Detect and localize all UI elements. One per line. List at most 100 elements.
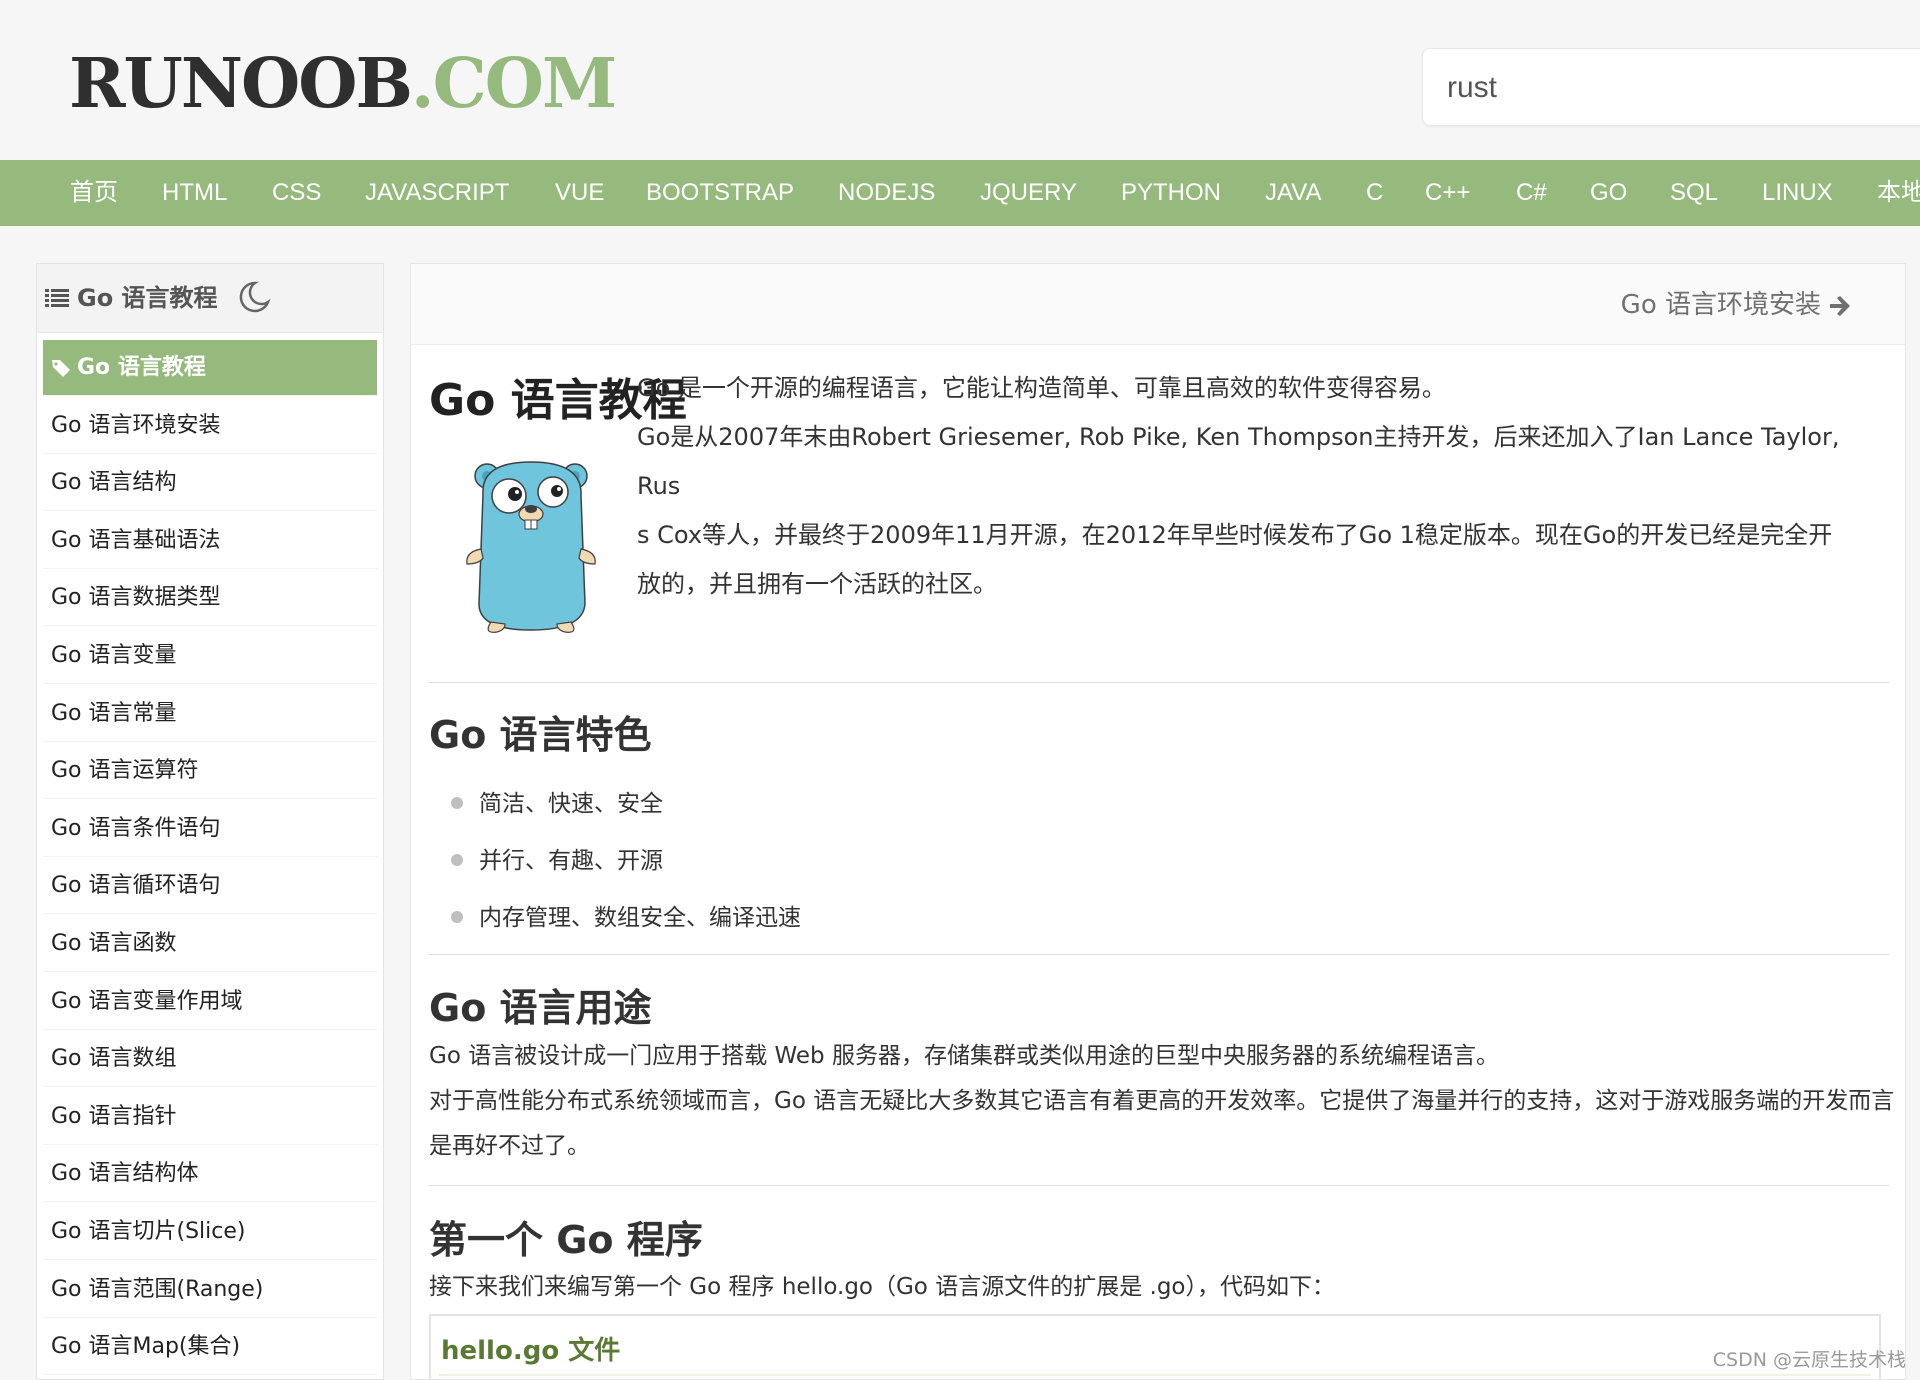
list-icon bbox=[45, 289, 69, 307]
first-program-heading: 第一个 Go 程序 bbox=[429, 1218, 703, 1262]
sidebar-item[interactable]: Go 语言结构体 bbox=[43, 1146, 377, 1203]
nav-item[interactable]: NODEJS bbox=[838, 160, 935, 226]
code-example-box: hello.go 文件 bbox=[429, 1314, 1881, 1379]
gopher-mascot-image bbox=[466, 461, 596, 633]
sidebar-item[interactable]: Go 语言条件语句 bbox=[43, 801, 377, 857]
sidebar-item[interactable]: Go 语言环境安装 bbox=[43, 398, 377, 454]
sidebar-item[interactable]: Go 语言范围(Range) bbox=[43, 1262, 377, 1318]
nav-item[interactable]: JAVASCRIPT bbox=[365, 160, 509, 226]
watermark: CSDN @云原生技术栈 bbox=[1712, 1349, 1906, 1371]
sidebar-item-label: Go 语言变量作用域 bbox=[51, 988, 243, 1014]
bullet-icon bbox=[451, 910, 463, 923]
sidebar-item[interactable]: Go 语言基础语法 bbox=[43, 513, 377, 569]
feature-text: 简洁、快速、安全 bbox=[479, 791, 663, 817]
usage-paragraph: Go 语言被设计成一门应用于搭载 Web 服务器，存储集群或类似用途的巨型中央服… bbox=[429, 1034, 1899, 1169]
logo-dot: . bbox=[410, 44, 435, 124]
sidebar-item-label: Go 语言基础语法 bbox=[51, 527, 221, 553]
logo-com: COM bbox=[432, 44, 618, 124]
first-program-intro: 接下来我们来编写第一个 Go 程序 hello.go（Go 语言源文件的扩展是 … bbox=[429, 1274, 1335, 1300]
nav-item[interactable]: C# bbox=[1516, 160, 1547, 226]
sidebar-item[interactable]: Go 语言函数 bbox=[43, 916, 377, 972]
sidebar-item[interactable]: Go 语言切片(Slice) bbox=[43, 1204, 377, 1260]
feature-item: 内存管理、数组安全、编译迅速 bbox=[451, 898, 801, 932]
code-area[interactable] bbox=[439, 1374, 1871, 1379]
intro-line: 放的，并且拥有一个活跃的社区。 bbox=[637, 570, 997, 598]
nav-item[interactable]: SQL bbox=[1670, 160, 1718, 226]
sidebar-item-label: Go 语言结构 bbox=[51, 470, 177, 496]
search-box bbox=[1422, 48, 1920, 126]
sidebar-item[interactable]: Go 语言变量 bbox=[43, 628, 377, 684]
search-input[interactable] bbox=[1445, 67, 1920, 109]
sidebar-item-label: Go 语言Map(集合) bbox=[51, 1334, 241, 1360]
sidebar-item[interactable]: Go 语言循环语句 bbox=[43, 858, 377, 915]
feature-item: 简洁、快速、安全 bbox=[451, 784, 663, 818]
sidebar-item-label: Go 语言条件语句 bbox=[51, 815, 221, 841]
nav-item[interactable]: BOOTSTRAP bbox=[646, 160, 794, 226]
sidebar-item-label: Go 语言数据类型 bbox=[51, 585, 221, 611]
intro-line: s Cox等人，并最终于2009年11月开源，在2012年早些时候发布了Go 1… bbox=[637, 521, 1833, 549]
nav-item[interactable]: VUE bbox=[555, 160, 604, 226]
nav-item[interactable]: C bbox=[1366, 160, 1383, 226]
feature-text: 并行、有趣、开源 bbox=[479, 848, 663, 874]
usage-line: 对于高性能分布式系统领域而言，Go 语言无疑比大多数其它语言有着更高的开发效率。… bbox=[429, 1088, 1895, 1114]
feature-item: 并行、有趣、开源 bbox=[451, 841, 663, 875]
sidebar-item-label: Go 语言常量 bbox=[51, 700, 177, 726]
sidebar: Go 语言教程 Go 语言教程 Go 语言环境安装 Go 语言结构 Go 语言基础语法… bbox=[36, 263, 384, 1380]
intro-paragraph: Go 是一个开源的编程语言，它能让构造简单、可靠且高效的软件变得容易。 Go是从… bbox=[637, 364, 1877, 609]
logo-main: RUNOOB bbox=[69, 44, 413, 124]
nav-item[interactable]: JQUERY bbox=[980, 160, 1077, 226]
sidebar-item-label: Go 语言变量 bbox=[51, 643, 177, 668]
site-logo[interactable]: RUNOOB.COM bbox=[69, 44, 618, 124]
divider bbox=[429, 1185, 1889, 1186]
top-nav: 首页 HTML CSS JAVASCRIPT VUE BOOTSTRAP NODEJS JQU… bbox=[0, 160, 1920, 226]
sidebar-item[interactable]: Go 语言数组 bbox=[43, 1031, 377, 1088]
sidebar-item-label: Go 语言指针 bbox=[51, 1103, 177, 1129]
usage-line: 是再好不过了。 bbox=[429, 1133, 590, 1159]
nav-item[interactable]: CSS bbox=[272, 160, 321, 226]
sidebar-item[interactable]: Go 语言指针 bbox=[43, 1089, 377, 1145]
tag-icon bbox=[52, 360, 70, 377]
sidebar-header: Go 语言教程 bbox=[37, 264, 383, 333]
sidebar-item[interactable]: Go 语言Map(集合) bbox=[43, 1319, 377, 1376]
article-nav-bar: Go 语言环境安装 bbox=[411, 264, 1905, 345]
sidebar-title: Go 语言教程 bbox=[77, 284, 218, 312]
sidebar-item-label: Go 语言教程 bbox=[77, 355, 206, 380]
nav-item[interactable]: HTML bbox=[162, 160, 227, 226]
sidebar-item-label: Go 语言结构体 bbox=[51, 1161, 199, 1187]
usage-heading: Go 语言用途 bbox=[429, 986, 652, 1030]
sidebar-item-active[interactable]: Go 语言教程 bbox=[43, 340, 377, 396]
sidebar-item[interactable]: Go 语言变量作用域 bbox=[43, 974, 377, 1030]
sidebar-item-label: Go 语言范围(Range) bbox=[51, 1276, 264, 1302]
bullet-icon bbox=[451, 853, 463, 866]
sidebar-item[interactable]: Go 语言运算符 bbox=[43, 743, 377, 800]
next-page-label: Go 语言环境安装 bbox=[1620, 290, 1821, 320]
sidebar-item-label: Go 语言切片(Slice) bbox=[51, 1219, 246, 1244]
nav-item[interactable]: JAVA bbox=[1265, 160, 1321, 226]
moon-icon[interactable] bbox=[237, 280, 271, 314]
code-file-title: hello.go 文件 bbox=[441, 1336, 621, 1366]
nav-item[interactable]: C++ bbox=[1425, 160, 1470, 226]
nav-item[interactable]: 本地 bbox=[1877, 160, 1920, 226]
nav-item[interactable]: PYTHON bbox=[1121, 160, 1221, 226]
divider bbox=[429, 954, 1889, 955]
intro-line: Go是从2007年末由Robert Griesemer, Rob Pike, K… bbox=[637, 423, 1840, 500]
intro-line: Go 是一个开源的编程语言，它能让构造简单、可靠且高效的软件变得容易。 bbox=[637, 374, 1446, 402]
nav-item[interactable]: LINUX bbox=[1762, 160, 1833, 226]
divider bbox=[429, 682, 1889, 683]
feature-text: 内存管理、数组安全、编译迅速 bbox=[479, 905, 801, 931]
nav-item[interactable]: GO bbox=[1590, 160, 1627, 226]
usage-line: Go 语言被设计成一门应用于搭载 Web 服务器，存储集群或类似用途的巨型中央服… bbox=[429, 1043, 1499, 1069]
sidebar-item-label: Go 语言运算符 bbox=[51, 758, 199, 784]
sidebar-item[interactable]: Go 语言数据类型 bbox=[43, 570, 377, 627]
next-page-link[interactable]: Go 语言环境安装 bbox=[1621, 284, 1853, 321]
sidebar-item-label: Go 语言数组 bbox=[51, 1046, 177, 1072]
features-heading: Go 语言特色 bbox=[429, 713, 652, 757]
site-header: RUNOOB.COM bbox=[0, 0, 1920, 160]
sidebar-item-label: Go 语言环境安装 bbox=[51, 412, 221, 438]
sidebar-item-label: Go 语言循环语句 bbox=[51, 873, 221, 899]
nav-item[interactable]: 首页 bbox=[70, 160, 118, 226]
sidebar-item-label: Go 语言函数 bbox=[51, 931, 177, 956]
main-content: Go 语言环境安装 Go 语言教程 Go 是一个开源的编程语言，它能让构造简单、… bbox=[410, 263, 1906, 1380]
sidebar-item[interactable]: Go 语言常量 bbox=[43, 686, 377, 742]
sidebar-item[interactable]: Go 语言结构 bbox=[43, 455, 377, 512]
